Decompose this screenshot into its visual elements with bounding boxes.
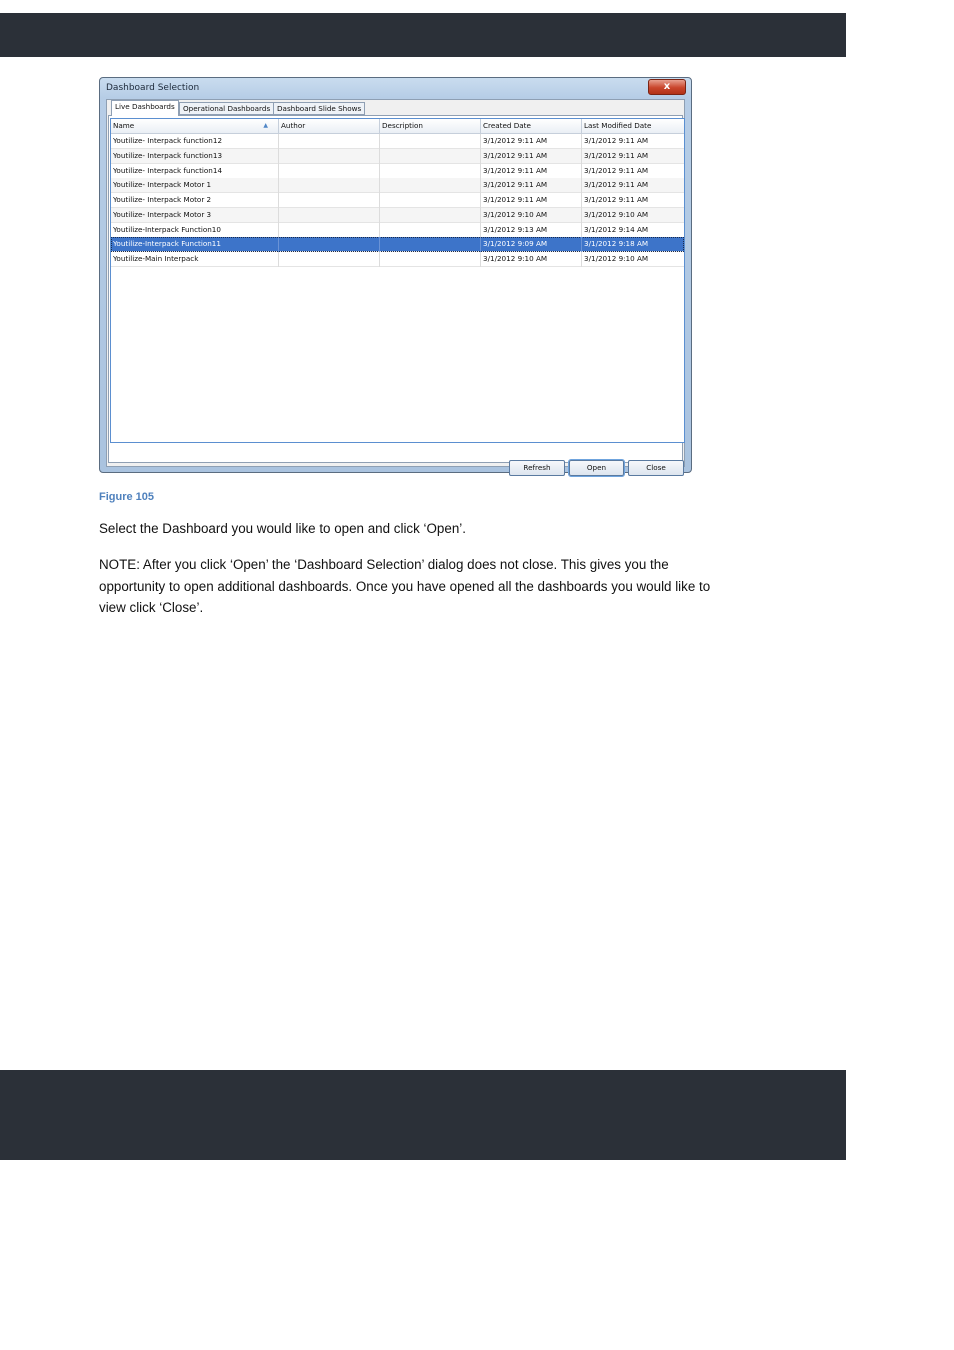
column-header-name[interactable]: Name ▲ — [111, 119, 279, 134]
cell-description — [380, 134, 481, 149]
cell-name: Youtilize-Main Interpack — [111, 252, 279, 267]
table-row[interactable]: Youtilize-Interpack Function10 3/1/2012 9… — [111, 222, 684, 238]
cell-last-modified-date: 3/1/2012 9:11 AM — [582, 178, 684, 193]
cell-name: Youtilize-Interpack Function11 — [111, 237, 279, 253]
tab-operational-dashboards[interactable]: Operational Dashboards — [179, 102, 275, 115]
column-header-author[interactable]: Author — [279, 119, 380, 134]
cell-last-modified-date: 3/1/2012 9:10 AM — [582, 208, 684, 223]
cell-name: Youtilize- Interpack function12 — [111, 134, 279, 149]
cell-author — [279, 134, 380, 149]
cell-author — [279, 163, 380, 179]
dialog-client-area: Live Dashboards Operational Dashboards D… — [106, 99, 685, 477]
tab-dashboard-slide-shows[interactable]: Dashboard Slide Shows — [273, 102, 366, 115]
cell-description — [380, 207, 481, 223]
cell-author — [279, 237, 380, 253]
cell-name: Youtilize- Interpack function14 — [111, 163, 279, 179]
cell-created-date: 3/1/2012 9:11 AM — [481, 178, 582, 194]
note-paragraph: NOTE: After you click ‘Open’ the ‘Dashbo… — [99, 557, 711, 615]
cell-description — [380, 222, 481, 238]
cell-name: Youtilize- Interpack Motor 1 — [111, 178, 279, 194]
cell-description — [380, 237, 481, 253]
cell-description — [380, 178, 481, 194]
table-row[interactable]: Youtilize- Interpack function14 3/1/2012 … — [111, 163, 684, 179]
open-button[interactable]: Open — [568, 459, 625, 477]
cell-name: Youtilize- Interpack Motor 3 — [111, 207, 279, 223]
cell-created-date: 3/1/2012 9:13 AM — [481, 222, 582, 238]
cell-created-date: 3/1/2012 9:11 AM — [481, 148, 582, 164]
table-row[interactable]: Youtilize- Interpack Motor 1 3/1/2012 9:1… — [111, 178, 684, 194]
dashboard-table: Name ▲ Author Description Created Date L… — [110, 118, 685, 443]
cell-created-date: 3/1/2012 9:11 AM — [481, 134, 582, 149]
cell-created-date: 3/1/2012 9:11 AM — [481, 193, 582, 208]
footer-band — [0, 1070, 846, 1160]
cell-author — [279, 222, 380, 238]
header-band — [0, 13, 846, 57]
dialog-title: Dashboard Selection — [106, 83, 200, 93]
cell-author — [279, 148, 380, 164]
cell-created-date: 3/1/2012 9:10 AM — [481, 207, 582, 223]
column-header-last-modified-date[interactable]: Last Modified Date — [582, 119, 684, 134]
cell-author — [279, 193, 380, 208]
table-row[interactable]: Youtilize- Interpack function12 3/1/2012 … — [111, 134, 684, 149]
cell-created-date: 3/1/2012 9:09 AM — [481, 237, 582, 253]
cell-author — [279, 178, 380, 194]
close-icon[interactable]: x — [648, 79, 686, 95]
tab-live-dashboards[interactable]: Live Dashboards — [111, 100, 179, 116]
cell-description — [380, 193, 481, 208]
cell-author — [279, 252, 380, 267]
cell-name: Youtilize- Interpack function13 — [111, 148, 279, 164]
column-header-description[interactable]: Description — [380, 119, 481, 134]
table-header: Name ▲ Author Description Created Date L… — [111, 119, 684, 134]
figure-caption: Figure 105 — [99, 491, 155, 503]
table-row[interactable]: Youtilize- Interpack Motor 2 3/1/2012 9:1… — [111, 193, 684, 208]
sort-ascending-icon: ▲ — [263, 122, 268, 129]
cell-created-date: 3/1/2012 9:11 AM — [481, 163, 582, 179]
table-row[interactable]: Youtilize- Interpack Motor 3 3/1/2012 9:1… — [111, 207, 684, 223]
cell-name: Youtilize-Interpack Function10 — [111, 222, 279, 238]
cell-last-modified-date: 3/1/2012 9:10 AM — [582, 252, 684, 267]
refresh-button[interactable]: Refresh — [509, 460, 565, 476]
cell-last-modified-date: 3/1/2012 9:11 AM — [582, 164, 684, 179]
table-row[interactable]: Youtilize-Interpack Function11 3/1/2012 9… — [111, 237, 684, 253]
tab-panel: Name ▲ Author Description Created Date L… — [108, 115, 685, 477]
column-header-label: Name — [113, 121, 135, 130]
cell-last-modified-date: 3/1/2012 9:14 AM — [582, 223, 684, 238]
cell-last-modified-date: 3/1/2012 9:18 AM — [582, 237, 684, 252]
dashboard-selection-dialog: Dashboard Selection x Live Dashboards Op… — [99, 77, 692, 477]
cell-last-modified-date: 3/1/2012 9:11 AM — [582, 193, 684, 208]
cell-last-modified-date: 3/1/2012 9:11 AM — [582, 149, 684, 164]
table-row[interactable]: Youtilize- Interpack function13 3/1/2012 … — [111, 148, 684, 164]
close-button[interactable]: Close — [628, 460, 684, 476]
cell-author — [279, 207, 380, 223]
cell-description — [380, 163, 481, 179]
cell-description — [380, 148, 481, 164]
cell-name: Youtilize- Interpack Motor 2 — [111, 193, 279, 208]
instruction-paragraph: Select the Dashboard you would like to o… — [99, 521, 466, 536]
cell-created-date: 3/1/2012 9:10 AM — [481, 252, 582, 267]
cell-description — [380, 252, 481, 267]
cell-last-modified-date: 3/1/2012 9:11 AM — [582, 134, 684, 149]
column-header-created-date[interactable]: Created Date — [481, 119, 582, 134]
table-row[interactable]: Youtilize-Main Interpack 3/1/2012 9:10 AM… — [111, 252, 684, 267]
